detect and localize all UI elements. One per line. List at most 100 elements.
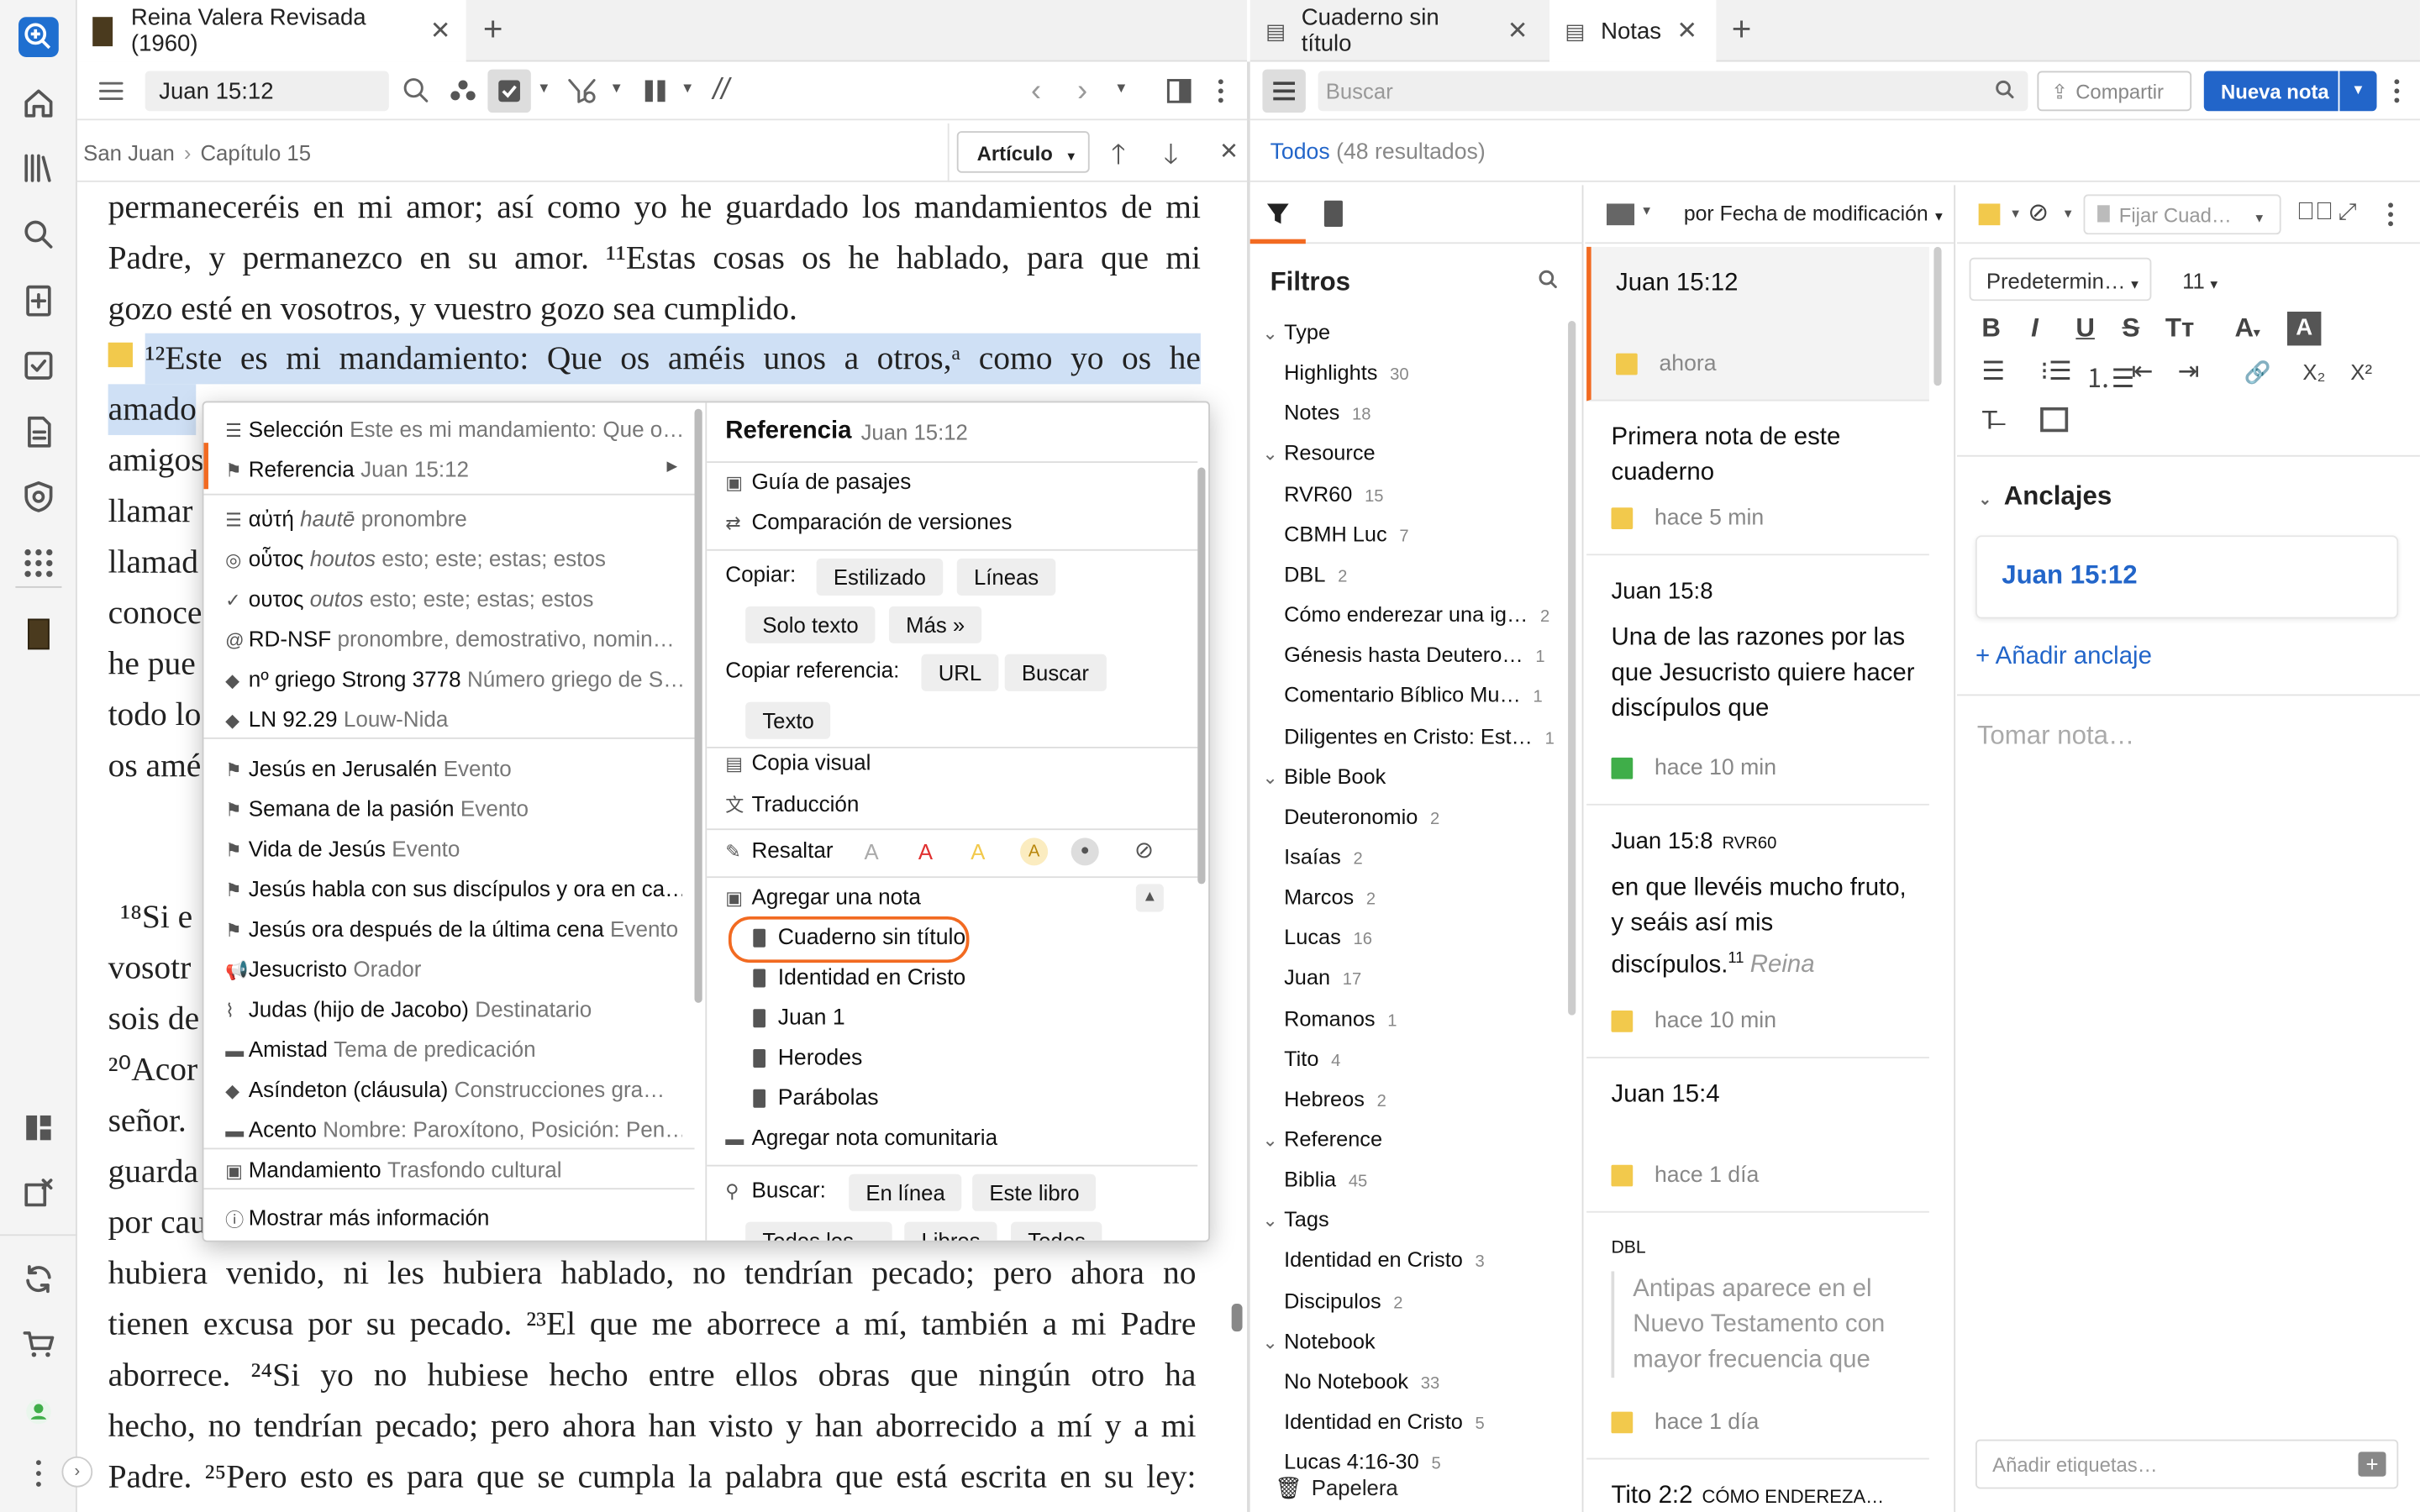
clear-format-icon[interactable]: ⊘ xyxy=(2028,197,2049,228)
new-note-dropdown[interactable]: ▼ xyxy=(2339,71,2377,112)
visual-copy-item[interactable]: ▤ Copia visual xyxy=(725,751,871,775)
community-note-item[interactable]: ▬ Agregar nota comunitaria xyxy=(725,1126,997,1151)
more-vertical-icon[interactable] xyxy=(2386,199,2396,230)
close-icon[interactable]: ✕ xyxy=(1507,15,1528,46)
chevron-down-icon[interactable]: ▼ xyxy=(681,81,694,96)
scrollbar-thumb[interactable] xyxy=(1197,467,1206,885)
back-icon[interactable]: ‹ xyxy=(1031,74,1041,109)
expand-rail-button[interactable]: › xyxy=(61,1456,93,1488)
apps-grid-icon[interactable] xyxy=(18,543,59,584)
indent-icon[interactable]: ⇥ xyxy=(2178,356,2200,387)
note-card[interactable]: Tito 2:2 CÓMO ENDEREZA… xyxy=(1586,1460,1929,1512)
text-case-button[interactable]: Tт xyxy=(2165,313,2194,344)
more-vertical-icon[interactable] xyxy=(2392,76,2402,107)
note-color-icon[interactable] xyxy=(1978,203,2001,226)
filter-group-header[interactable]: Tags xyxy=(1262,1209,1329,1232)
context-item[interactable]: ⚑ Jesús en Jerusalén Evento xyxy=(225,753,682,786)
people-icon[interactable] xyxy=(448,76,479,107)
filter-item[interactable]: DBL 2 xyxy=(1284,563,1347,586)
context-item[interactable]: ◆ LN 92.29 Louw-Nida xyxy=(225,704,682,738)
selected-verse-line[interactable]: amado xyxy=(108,384,197,435)
notebook-option-untitled[interactable]: Cuaderno sin título xyxy=(753,926,965,950)
bold-button[interactable]: B xyxy=(1981,313,2001,344)
pin-notebook-select[interactable]: Fijar Cuad… ▼ xyxy=(2083,194,2281,235)
compare-versions-item[interactable]: ⇄ Comparación de versiones xyxy=(725,511,1012,535)
book-cover-icon[interactable] xyxy=(28,618,50,650)
copy-lines-button[interactable]: Líneas xyxy=(956,558,1056,596)
font-select[interactable]: Predetermin… ▼ xyxy=(1969,257,2152,302)
menu-icon[interactable] xyxy=(96,76,127,107)
anchor-link[interactable]: Juan 15:12 xyxy=(2002,560,2137,591)
scrollbar-thumb[interactable] xyxy=(1231,1304,1243,1332)
link-icon[interactable]: 🔗 xyxy=(2244,360,2271,386)
filter-item[interactable]: RVR60 15 xyxy=(1284,482,1383,506)
logos-app-icon[interactable] xyxy=(18,17,59,57)
tab-notes[interactable]: ▤ Notas ✕ xyxy=(1549,0,1717,62)
filter-group-header[interactable]: Bible Book xyxy=(1262,764,1386,788)
context-item[interactable]: ◆ nº griego Strong 3778 Número griego de S… xyxy=(225,664,682,697)
filter-item[interactable]: Deuteronomio 2 xyxy=(1284,805,1439,828)
filter-item[interactable]: Isaías 2 xyxy=(1284,845,1363,869)
notebook-option[interactable]: Identidad en Cristo xyxy=(753,966,965,990)
shield-icon[interactable] xyxy=(18,477,59,517)
clear-highlight-icon[interactable]: ⊘ xyxy=(1134,836,1154,864)
filter-item[interactable]: Notes 18 xyxy=(1284,402,1370,425)
reference-input[interactable]: Juan 15:12 xyxy=(145,71,389,112)
numbered-list-icon[interactable]: ⒈☰ xyxy=(2085,356,2134,395)
font-size-select[interactable]: 11 ▼ xyxy=(2182,269,2220,293)
close-icon[interactable]: ✕ xyxy=(1676,15,1697,46)
filter-item[interactable]: CBMH Luc 7 xyxy=(1284,522,1408,546)
context-item[interactable]: ◎ οὗτος houtos esto; este; estas; estos xyxy=(225,543,682,577)
document-icon[interactable] xyxy=(18,412,59,452)
add-document-icon[interactable] xyxy=(18,281,59,321)
highlight-item[interactable]: ✎ Resaltar xyxy=(725,839,833,864)
more-vertical-icon[interactable] xyxy=(1216,76,1225,107)
note-marker-icon[interactable] xyxy=(108,342,133,368)
context-item[interactable]: ✓ ουτος outos esto; este; estas; estos xyxy=(225,583,682,617)
search-all-button[interactable]: Todos los… xyxy=(745,1221,892,1241)
more-vertical-icon[interactable] xyxy=(18,1453,59,1494)
collapse-icon[interactable]: ▲ xyxy=(1135,884,1164,912)
passage-guide-item[interactable]: ▣ Guía de pasajes xyxy=(725,470,911,495)
close-icon[interactable]: ✕ xyxy=(430,15,451,46)
highlight-style-plain[interactable]: A xyxy=(865,839,879,864)
filter-item[interactable]: Juan 17 xyxy=(1284,966,1361,990)
add-tag-icon[interactable]: + xyxy=(2358,1452,2386,1477)
context-item[interactable]: ⚑ Semana de la pasión Evento xyxy=(225,793,682,827)
filter-item[interactable]: Marcos 2 xyxy=(1284,885,1376,909)
highlight-style-yellow[interactable]: A xyxy=(971,839,985,864)
filter-item[interactable]: Hebreos 2 xyxy=(1284,1088,1386,1111)
copy-styled-button[interactable]: Estilizado xyxy=(816,558,944,596)
anchor-card[interactable]: Juan 15:12 xyxy=(1975,535,2399,619)
layouts-icon[interactable] xyxy=(18,1108,59,1148)
copy-ref-text-button[interactable]: Texto xyxy=(745,701,832,739)
context-item[interactable]: ⚑ Jesús ora después de la última cena Even… xyxy=(225,913,682,947)
strikethrough-button[interactable]: S xyxy=(2122,313,2139,344)
filter-item[interactable]: Identidad en Cristo 3 xyxy=(1284,1249,1485,1273)
outdent-icon[interactable]: ⇤ xyxy=(2131,356,2153,387)
close-icon[interactable]: ✕ xyxy=(1219,137,1239,165)
font-color-button[interactable]: A▾ xyxy=(2235,313,2260,344)
sync-icon[interactable] xyxy=(18,1259,59,1299)
add-tab-icon[interactable]: + xyxy=(483,9,503,50)
filter-group-header[interactable]: Type xyxy=(1262,321,1330,344)
clear-formatting-icon[interactable]: T̶ xyxy=(1981,406,1997,437)
context-item[interactable]: ▬ Amistad Tema de predicación xyxy=(225,1034,682,1068)
filter-item[interactable]: Cómo enderezar una ig… 2 xyxy=(1284,603,1549,627)
context-item[interactable]: ◆ Asíndeton (cláusula) Construcciones gra… xyxy=(225,1074,682,1107)
search-icon[interactable] xyxy=(18,214,59,255)
add-tab-icon[interactable]: + xyxy=(1732,9,1752,50)
breadcrumb-book[interactable]: San Juan xyxy=(83,140,175,165)
filter-item[interactable]: Identidad en Cristo 5 xyxy=(1284,1410,1485,1434)
filter-item[interactable]: Comentario Bíblico Mu… 1 xyxy=(1284,684,1543,707)
anchors-header[interactable]: ⌄ Anclajes xyxy=(1979,481,2112,512)
tags-input[interactable]: Añadir etiquetas… xyxy=(1975,1439,2399,1489)
filter-item[interactable]: Génesis hasta Deutero… 1 xyxy=(1284,643,1544,667)
home-icon[interactable] xyxy=(18,83,59,123)
chevron-down-icon[interactable]: ▼ xyxy=(537,81,550,96)
close-panels-icon[interactable] xyxy=(18,1173,59,1213)
filter-tab[interactable] xyxy=(1249,185,1306,244)
filter-item[interactable]: Discipulos 2 xyxy=(1284,1289,1402,1313)
tab-bible[interactable]: Reina Valera Revisada (1960) ✕ xyxy=(76,0,466,62)
notebook-tab-icon[interactable] xyxy=(1323,200,1343,227)
